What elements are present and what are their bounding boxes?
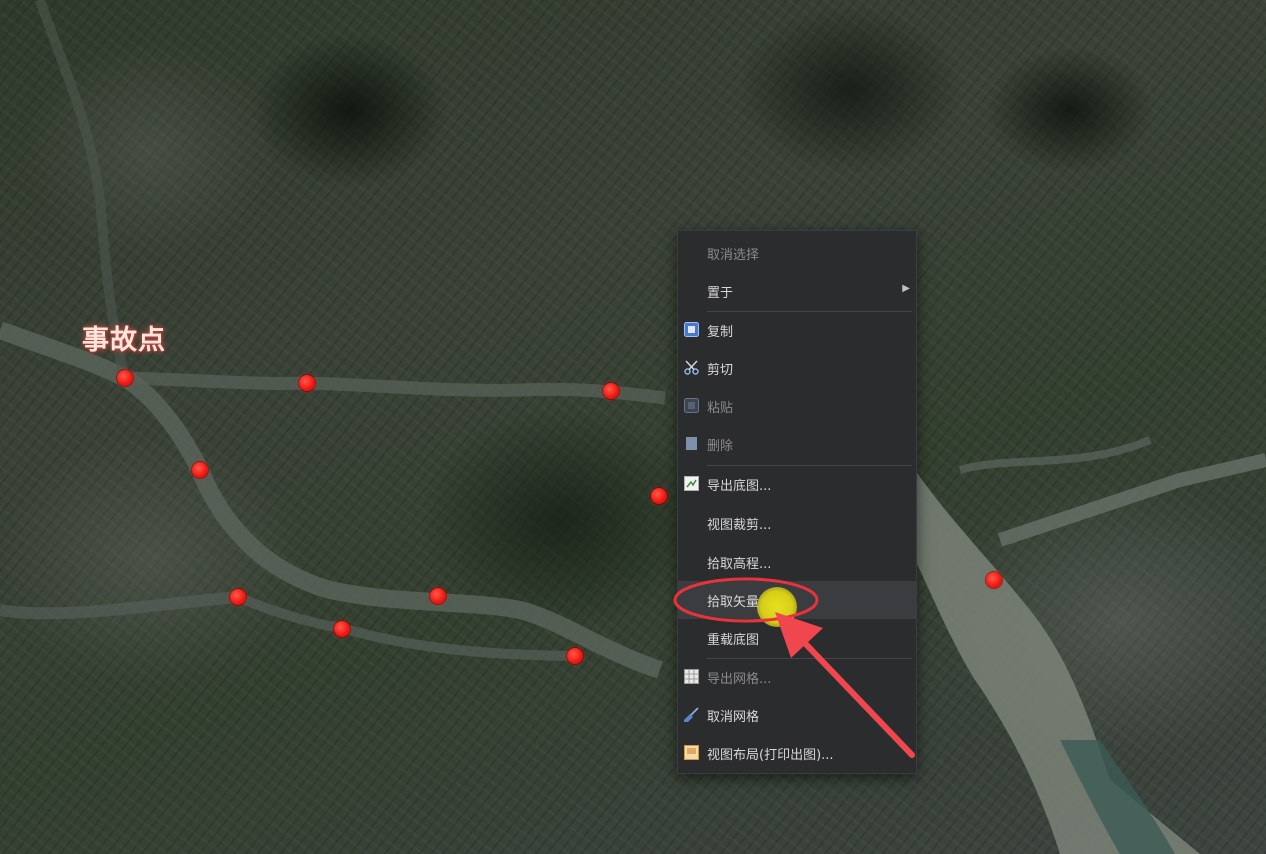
river-branch-west	[0, 591, 239, 620]
accident-marker[interactable]	[603, 383, 619, 399]
delete-icon	[684, 436, 699, 451]
menu-item-label: 重载底图	[707, 633, 760, 648]
menu-item-label: 取消选择	[707, 248, 760, 263]
map-overlay	[0, 0, 1266, 854]
menu-item-label: 取消网格	[707, 710, 760, 725]
estuary-branch-upper	[958, 436, 1152, 474]
menu-item-label: 粘贴	[707, 401, 734, 416]
menu-item-export-basemap[interactable]: 导出底图...	[678, 465, 916, 503]
accident-marker[interactable]	[192, 462, 208, 478]
accident-marker[interactable]	[334, 621, 350, 637]
menu-item-label: 置于	[707, 286, 734, 301]
grid-icon	[684, 669, 699, 684]
scissors-icon	[684, 360, 699, 375]
menu-item-label: 删除	[707, 439, 734, 454]
menu-item-pick-elevation[interactable]: 拾取高程...	[678, 543, 916, 581]
context-menu: 取消选择 置于 ▶ 复制 剪切 粘贴 删除 导出底图... 视图裁剪... 拾取…	[677, 230, 917, 774]
menu-item-label: 视图布局(打印出图)...	[707, 748, 834, 763]
menu-item-bring-to[interactable]: 置于 ▶	[678, 272, 916, 310]
accident-marker[interactable]	[567, 648, 583, 664]
menu-item-paste[interactable]: 粘贴	[678, 387, 916, 425]
export-map-icon	[684, 476, 699, 491]
menu-item-cut[interactable]: 剪切	[678, 349, 916, 387]
menu-item-export-grid[interactable]: 导出网格...	[678, 658, 916, 696]
screenshot-stage: 事故点 取消选择 置于 ▶ 复制 剪切 粘贴 删除 导出底图... 视图裁剪..…	[0, 0, 1266, 854]
menu-item-label: 拾取矢量	[707, 595, 760, 610]
menu-item-label: 复制	[707, 325, 734, 340]
menu-item-label: 视图裁剪...	[707, 518, 772, 533]
menu-item-label: 导出底图...	[707, 479, 772, 494]
submenu-arrow-icon: ▶	[902, 283, 910, 294]
accident-marker[interactable]	[299, 375, 315, 391]
menu-item-copy[interactable]: 复制	[678, 311, 916, 349]
layout-icon	[684, 745, 699, 760]
river-branch	[124, 371, 666, 405]
menu-item-label: 拾取高程...	[707, 557, 772, 572]
accident-marker[interactable]	[117, 370, 133, 386]
accident-marker[interactable]	[986, 572, 1002, 588]
menu-item-label: 导出网格...	[707, 672, 772, 687]
menu-item-pick-vector[interactable]: 拾取矢量	[678, 581, 916, 619]
copy-icon	[684, 322, 699, 337]
menu-item-delete[interactable]: 删除	[678, 425, 916, 463]
cursor-highlight	[757, 587, 797, 627]
estuary-branch	[997, 453, 1266, 547]
accident-marker[interactable]	[430, 588, 446, 604]
paste-icon	[684, 398, 699, 413]
accident-marker[interactable]	[651, 488, 667, 504]
menu-item-reload-basemap[interactable]: 重载底图	[678, 619, 916, 657]
menu-item-cancel-grid[interactable]: 取消网格	[678, 696, 916, 734]
broom-icon	[684, 707, 699, 722]
accident-point-label: 事故点	[82, 325, 166, 356]
accident-marker[interactable]	[230, 589, 246, 605]
menu-item-view-crop[interactable]: 视图裁剪...	[678, 504, 916, 542]
menu-item-deselect[interactable]: 取消选择	[678, 234, 916, 272]
menu-item-label: 剪切	[707, 363, 734, 378]
menu-item-view-layout[interactable]: 视图布局(打印出图)...	[678, 734, 916, 772]
